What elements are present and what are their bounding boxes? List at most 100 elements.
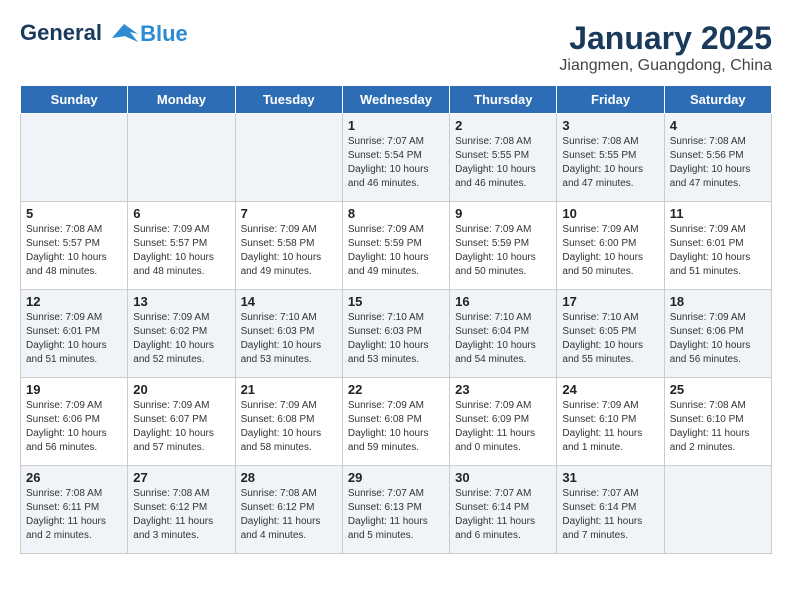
day-info: Sunrise: 7:10 AM Sunset: 6:04 PM Dayligh… bbox=[455, 311, 551, 367]
calendar-cell bbox=[21, 114, 128, 202]
day-info: Sunrise: 7:09 AM Sunset: 6:02 PM Dayligh… bbox=[133, 311, 229, 367]
logo-bird-icon bbox=[110, 20, 138, 48]
day-info: Sunrise: 7:09 AM Sunset: 6:07 PM Dayligh… bbox=[133, 399, 229, 455]
day-number: 9 bbox=[455, 206, 551, 221]
day-number: 28 bbox=[241, 470, 337, 485]
calendar-cell: 15 Sunrise: 7:10 AM Sunset: 6:03 PM Dayli… bbox=[342, 290, 449, 378]
day-info: Sunrise: 7:09 AM Sunset: 6:01 PM Dayligh… bbox=[26, 311, 122, 367]
day-number: 3 bbox=[562, 118, 658, 133]
day-number: 1 bbox=[348, 118, 444, 133]
day-number: 11 bbox=[670, 206, 766, 221]
calendar-cell: 8 Sunrise: 7:09 AM Sunset: 5:59 PM Daylig… bbox=[342, 202, 449, 290]
calendar-week-5: 26 Sunrise: 7:08 AM Sunset: 6:11 PM Dayli… bbox=[21, 466, 772, 554]
day-number: 12 bbox=[26, 294, 122, 309]
day-number: 29 bbox=[348, 470, 444, 485]
calendar-table: SundayMondayTuesdayWednesdayThursdayFrid… bbox=[20, 85, 772, 554]
day-number: 22 bbox=[348, 382, 444, 397]
day-number: 13 bbox=[133, 294, 229, 309]
calendar-cell bbox=[128, 114, 235, 202]
day-number: 4 bbox=[670, 118, 766, 133]
calendar-cell: 7 Sunrise: 7:09 AM Sunset: 5:58 PM Daylig… bbox=[235, 202, 342, 290]
calendar-week-2: 5 Sunrise: 7:08 AM Sunset: 5:57 PM Daylig… bbox=[21, 202, 772, 290]
day-number: 7 bbox=[241, 206, 337, 221]
day-headers: SundayMondayTuesdayWednesdayThursdayFrid… bbox=[21, 86, 772, 114]
day-info: Sunrise: 7:07 AM Sunset: 6:14 PM Dayligh… bbox=[562, 487, 658, 543]
day-info: Sunrise: 7:08 AM Sunset: 6:10 PM Dayligh… bbox=[670, 399, 766, 455]
day-info: Sunrise: 7:09 AM Sunset: 6:06 PM Dayligh… bbox=[26, 399, 122, 455]
day-number: 18 bbox=[670, 294, 766, 309]
calendar-cell: 30 Sunrise: 7:07 AM Sunset: 6:14 PM Dayli… bbox=[450, 466, 557, 554]
calendar-week-1: 1Sunrise: 7:07 AM Sunset: 5:54 PM Daylig… bbox=[21, 114, 772, 202]
calendar-cell: 3 Sunrise: 7:08 AM Sunset: 5:55 PM Daylig… bbox=[557, 114, 664, 202]
calendar-cell: 5 Sunrise: 7:08 AM Sunset: 5:57 PM Daylig… bbox=[21, 202, 128, 290]
day-info: Sunrise: 7:08 AM Sunset: 6:12 PM Dayligh… bbox=[241, 487, 337, 543]
day-number: 14 bbox=[241, 294, 337, 309]
calendar-cell: 29 Sunrise: 7:07 AM Sunset: 6:13 PM Dayli… bbox=[342, 466, 449, 554]
calendar-cell: 26 Sunrise: 7:08 AM Sunset: 6:11 PM Dayli… bbox=[21, 466, 128, 554]
calendar-cell: 18 Sunrise: 7:09 AM Sunset: 6:06 PM Dayli… bbox=[664, 290, 771, 378]
calendar-cell: 4 Sunrise: 7:08 AM Sunset: 5:56 PM Daylig… bbox=[664, 114, 771, 202]
day-number: 21 bbox=[241, 382, 337, 397]
calendar-cell: 17 Sunrise: 7:10 AM Sunset: 6:05 PM Dayli… bbox=[557, 290, 664, 378]
day-info: Sunrise: 7:09 AM Sunset: 6:08 PM Dayligh… bbox=[241, 399, 337, 455]
day-number: 27 bbox=[133, 470, 229, 485]
day-number: 23 bbox=[455, 382, 551, 397]
day-number: 25 bbox=[670, 382, 766, 397]
day-info: Sunrise: 7:08 AM Sunset: 5:55 PM Dayligh… bbox=[562, 135, 658, 191]
day-number: 6 bbox=[133, 206, 229, 221]
day-number: 10 bbox=[562, 206, 658, 221]
day-header-friday: Friday bbox=[557, 86, 664, 114]
day-number: 17 bbox=[562, 294, 658, 309]
day-header-wednesday: Wednesday bbox=[342, 86, 449, 114]
day-header-monday: Monday bbox=[128, 86, 235, 114]
calendar-cell bbox=[235, 114, 342, 202]
day-number: 26 bbox=[26, 470, 122, 485]
day-info: Sunrise: 7:08 AM Sunset: 6:12 PM Dayligh… bbox=[133, 487, 229, 543]
day-info: Sunrise: 7:08 AM Sunset: 5:57 PM Dayligh… bbox=[26, 223, 122, 279]
day-info: Sunrise: 7:07 AM Sunset: 6:13 PM Dayligh… bbox=[348, 487, 444, 543]
day-number: 5 bbox=[26, 206, 122, 221]
day-info: Sunrise: 7:07 AM Sunset: 6:14 PM Dayligh… bbox=[455, 487, 551, 543]
day-info: Sunrise: 7:09 AM Sunset: 5:59 PM Dayligh… bbox=[348, 223, 444, 279]
day-info: Sunrise: 7:09 AM Sunset: 5:59 PM Dayligh… bbox=[455, 223, 551, 279]
calendar-cell: 22 Sunrise: 7:09 AM Sunset: 6:08 PM Dayli… bbox=[342, 378, 449, 466]
calendar-cell: 20Sunrise: 7:09 AM Sunset: 6:07 PM Dayli… bbox=[128, 378, 235, 466]
day-info: Sunrise: 7:10 AM Sunset: 6:03 PM Dayligh… bbox=[348, 311, 444, 367]
day-info: Sunrise: 7:10 AM Sunset: 6:05 PM Dayligh… bbox=[562, 311, 658, 367]
calendar-cell bbox=[664, 466, 771, 554]
day-info: Sunrise: 7:08 AM Sunset: 5:55 PM Dayligh… bbox=[455, 135, 551, 191]
day-info: Sunrise: 7:09 AM Sunset: 6:10 PM Dayligh… bbox=[562, 399, 658, 455]
calendar-cell: 24 Sunrise: 7:09 AM Sunset: 6:10 PM Dayli… bbox=[557, 378, 664, 466]
day-info: Sunrise: 7:08 AM Sunset: 6:11 PM Dayligh… bbox=[26, 487, 122, 543]
page-subtitle: Jiangmen, Guangdong, China bbox=[559, 57, 772, 75]
day-info: Sunrise: 7:08 AM Sunset: 5:56 PM Dayligh… bbox=[670, 135, 766, 191]
day-number: 24 bbox=[562, 382, 658, 397]
calendar-cell: 31Sunrise: 7:07 AM Sunset: 6:14 PM Dayli… bbox=[557, 466, 664, 554]
calendar-cell: 25 Sunrise: 7:08 AM Sunset: 6:10 PM Dayli… bbox=[664, 378, 771, 466]
day-header-thursday: Thursday bbox=[450, 86, 557, 114]
calendar-cell: 23 Sunrise: 7:09 AM Sunset: 6:09 PM Dayli… bbox=[450, 378, 557, 466]
day-info: Sunrise: 7:09 AM Sunset: 6:06 PM Dayligh… bbox=[670, 311, 766, 367]
day-number: 16 bbox=[455, 294, 551, 309]
day-info: Sunrise: 7:09 AM Sunset: 6:01 PM Dayligh… bbox=[670, 223, 766, 279]
day-number: 15 bbox=[348, 294, 444, 309]
day-info: Sunrise: 7:09 AM Sunset: 6:08 PM Dayligh… bbox=[348, 399, 444, 455]
calendar-cell: 2Sunrise: 7:08 AM Sunset: 5:55 PM Daylig… bbox=[450, 114, 557, 202]
day-info: Sunrise: 7:09 AM Sunset: 5:57 PM Dayligh… bbox=[133, 223, 229, 279]
calendar-cell: 9 Sunrise: 7:09 AM Sunset: 5:59 PM Daylig… bbox=[450, 202, 557, 290]
title-block: January 2025 Jiangmen, Guangdong, China bbox=[559, 20, 772, 75]
day-info: Sunrise: 7:09 AM Sunset: 6:09 PM Dayligh… bbox=[455, 399, 551, 455]
day-header-tuesday: Tuesday bbox=[235, 86, 342, 114]
day-info: Sunrise: 7:10 AM Sunset: 6:03 PM Dayligh… bbox=[241, 311, 337, 367]
page-title: January 2025 bbox=[559, 20, 772, 57]
calendar-cell: 27 Sunrise: 7:08 AM Sunset: 6:12 PM Dayli… bbox=[128, 466, 235, 554]
page-header: General Blue January 2025 Jiangmen, Guan… bbox=[20, 20, 772, 75]
logo-general: General bbox=[20, 20, 102, 45]
calendar-cell: 1Sunrise: 7:07 AM Sunset: 5:54 PM Daylig… bbox=[342, 114, 449, 202]
calendar-cell: 12 Sunrise: 7:09 AM Sunset: 6:01 PM Dayli… bbox=[21, 290, 128, 378]
day-number: 30 bbox=[455, 470, 551, 485]
day-number: 8 bbox=[348, 206, 444, 221]
day-info: Sunrise: 7:09 AM Sunset: 5:58 PM Dayligh… bbox=[241, 223, 337, 279]
day-header-saturday: Saturday bbox=[664, 86, 771, 114]
day-info: Sunrise: 7:09 AM Sunset: 6:00 PM Dayligh… bbox=[562, 223, 658, 279]
